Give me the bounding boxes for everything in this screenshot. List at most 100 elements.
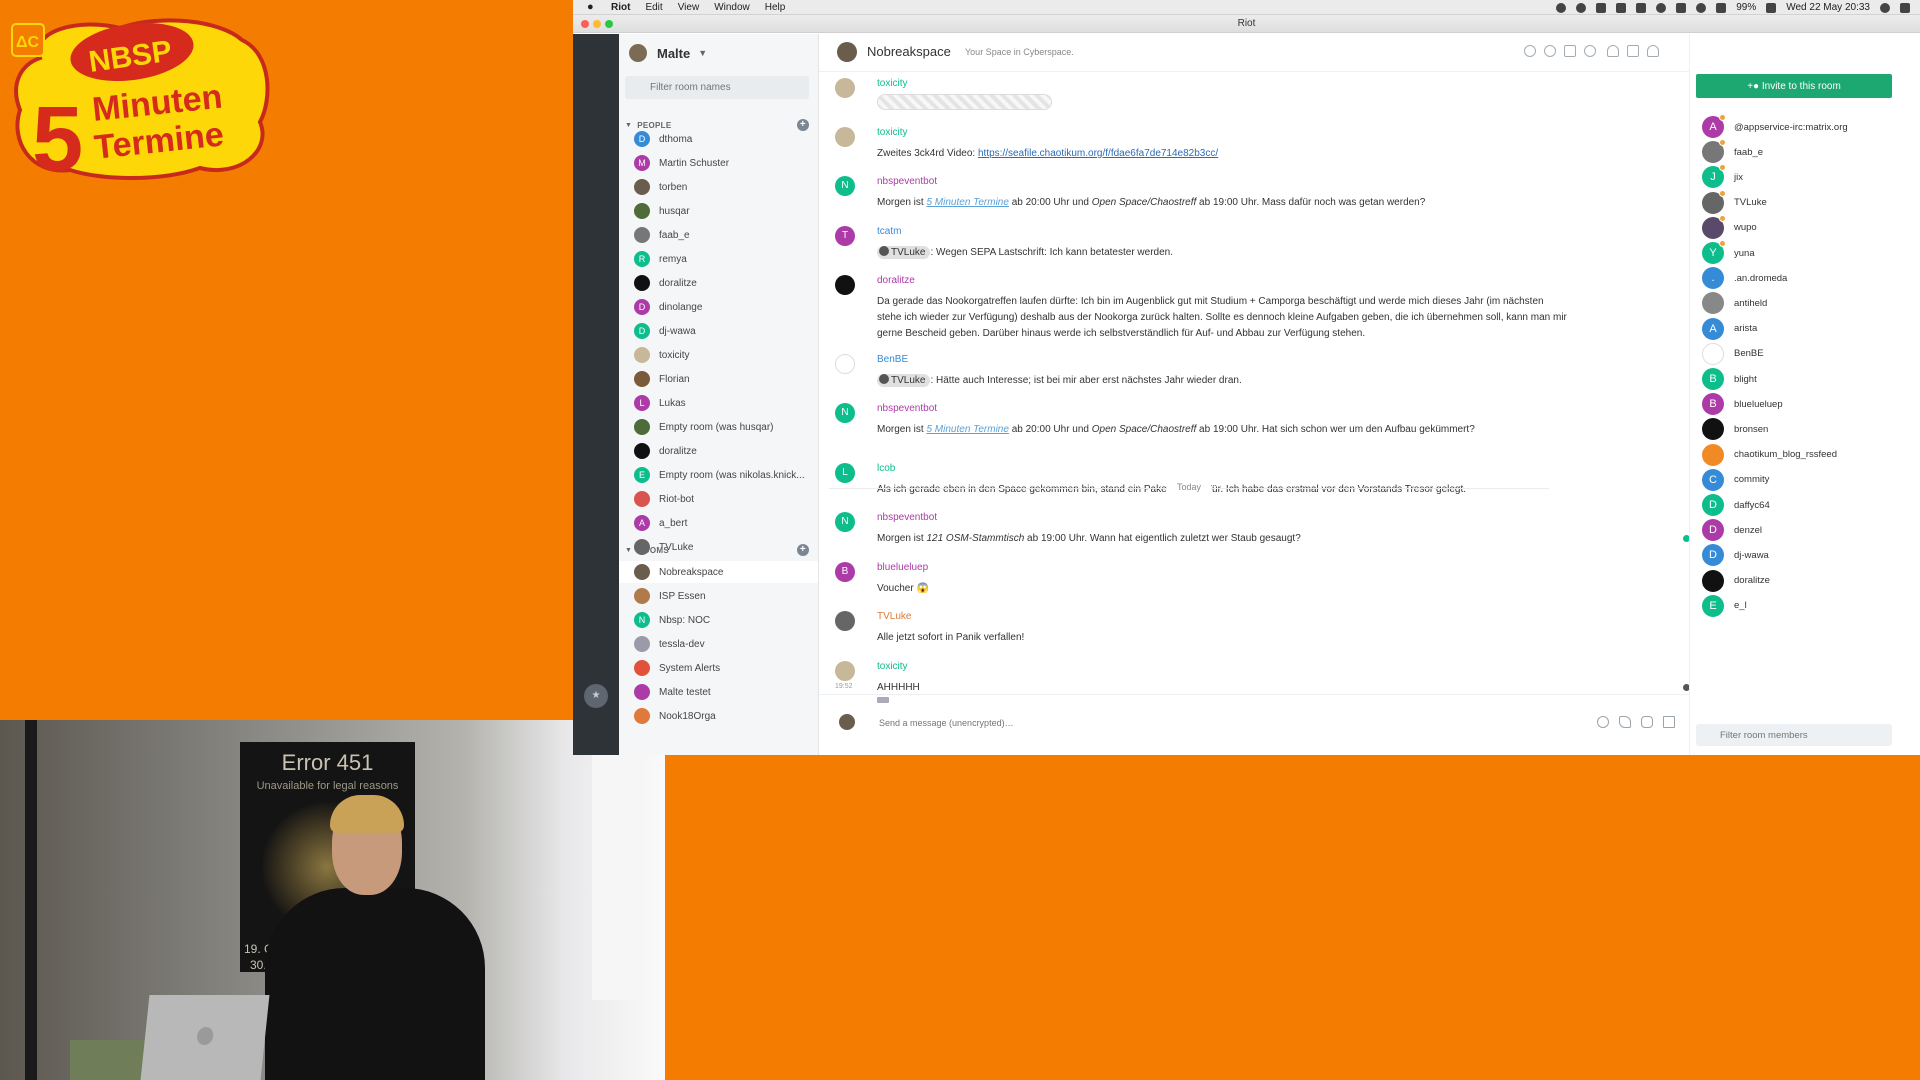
member-item[interactable]: Ccommity [1702, 468, 1769, 492]
menu-view[interactable]: View [678, 2, 700, 13]
volume-icon[interactable] [1716, 2, 1727, 13]
minimize-window-icon[interactable] [593, 20, 601, 28]
room-item[interactable]: Malte testet [619, 681, 818, 703]
invite-button[interactable]: +● Invite to this room [1696, 74, 1892, 98]
monitor-icon[interactable] [1636, 2, 1647, 13]
sender-name[interactable]: lcob [877, 463, 895, 474]
member-item[interactable]: Bbluelueluep [1702, 392, 1783, 416]
sender-avatar[interactable] [835, 127, 855, 147]
people-item[interactable]: E Empty room (was nikolas.knick... [619, 464, 818, 486]
user-menu[interactable]: Malte ▼ [629, 41, 707, 65]
member-item[interactable]: bronsen [1702, 417, 1768, 441]
people-item[interactable]: Riot-bot [619, 488, 818, 510]
event-link[interactable]: 5 Minuten Termine [926, 424, 1008, 435]
room-avatar[interactable] [837, 42, 857, 62]
people-item[interactable]: faab_e [619, 224, 818, 246]
room-item[interactable]: tessla-dev [619, 633, 818, 655]
room-filter-input[interactable] [625, 76, 809, 99]
people-item[interactable]: L Lukas [619, 392, 818, 414]
room-item[interactable]: Nobreakspace [619, 561, 818, 583]
formatting-icon[interactable] [877, 697, 889, 703]
close-window-icon[interactable] [581, 20, 589, 28]
sender-avatar[interactable]: N [835, 512, 855, 532]
menu-help[interactable]: Help [765, 2, 786, 13]
apps-grid-icon[interactable] [1564, 45, 1576, 57]
member-item[interactable]: Ddenzel [1702, 518, 1762, 542]
status-icon-1[interactable] [1556, 2, 1567, 13]
notification-center-icon[interactable] [1900, 2, 1910, 13]
member-filter-input[interactable] [1696, 724, 1892, 746]
sender-name[interactable]: toxicity [877, 127, 908, 138]
sender-name[interactable]: nbspeventbot [877, 512, 937, 523]
room-name[interactable]: Nobreakspace [867, 44, 951, 59]
user-pill[interactable]: TVLuke [877, 374, 931, 387]
people-item[interactable]: Rremya [619, 248, 818, 270]
add-room-icon[interactable]: + [797, 544, 809, 556]
room-item[interactable]: N Nbsp: NOC [619, 609, 818, 631]
rooms-section-header[interactable]: ▼ ROOMS + [625, 542, 809, 558]
member-item[interactable]: Ddaffyc64 [1702, 493, 1770, 517]
emoji-icon[interactable] [1597, 716, 1609, 728]
members-icon[interactable] [1607, 45, 1619, 57]
people-item[interactable]: torben [619, 176, 818, 198]
search-icon[interactable] [1584, 45, 1596, 57]
member-item[interactable]: Yyuna [1702, 240, 1755, 265]
sender-name[interactable]: bluelueluep [877, 562, 928, 573]
sender-avatar[interactable] [835, 354, 855, 374]
people-item[interactable]: Ddinolange [619, 296, 818, 318]
sender-avatar[interactable] [835, 661, 855, 681]
clock[interactable]: Wed 22 May 20:33 [1786, 2, 1870, 13]
room-item[interactable]: System Alerts [619, 657, 818, 679]
message-link[interactable]: https://seafile.chaotikum.org/f/fdae6fa7… [978, 148, 1218, 159]
wifi-icon[interactable] [1696, 2, 1707, 13]
sender-name[interactable]: BenBE [877, 354, 908, 365]
sender-name[interactable]: nbspeventbot [877, 403, 937, 414]
dropbox-icon[interactable] [1616, 2, 1627, 13]
menu-app[interactable]: Riot [611, 2, 630, 13]
member-item[interactable]: doralitze [1702, 569, 1770, 593]
member-item[interactable]: Jjix [1702, 164, 1743, 189]
member-item[interactable]: faab_e [1702, 139, 1763, 164]
member-item[interactable]: . .an.dromeda [1702, 266, 1787, 290]
sender-name[interactable]: TVLuke [877, 611, 911, 622]
menu-edit[interactable]: Edit [645, 2, 662, 13]
image-placeholder[interactable] [877, 94, 1052, 110]
status-icon-2[interactable] [1576, 2, 1587, 13]
people-item[interactable]: doralitze [619, 440, 818, 462]
timemachine-icon[interactable] [1656, 2, 1667, 13]
people-item[interactable]: husqar [619, 200, 818, 222]
share-icon[interactable] [1544, 45, 1556, 57]
sender-avatar[interactable]: N [835, 403, 855, 423]
battery-icon[interactable] [1766, 2, 1777, 13]
sender-avatar[interactable]: N [835, 176, 855, 196]
menu-window[interactable]: Window [714, 2, 750, 13]
member-item[interactable]: Ddj-wawa [1702, 543, 1769, 567]
people-item[interactable]: toxicity [619, 344, 818, 366]
voice-call-icon[interactable] [1641, 716, 1653, 728]
people-item[interactable]: Florian [619, 368, 818, 390]
member-item[interactable]: Bblight [1702, 367, 1757, 391]
room-item[interactable]: Nook18Orga [619, 705, 818, 727]
sender-name[interactable]: toxicity [877, 661, 908, 672]
spotlight-icon[interactable] [1880, 2, 1890, 13]
video-call-icon[interactable] [1663, 716, 1675, 728]
sender-name[interactable]: tcatm [877, 226, 901, 237]
user-pill[interactable]: TVLuke [877, 246, 931, 259]
member-item[interactable]: Ee_l [1702, 594, 1747, 618]
people-item[interactable]: M Martin Schuster [619, 152, 818, 174]
sender-avatar[interactable] [835, 611, 855, 631]
files-icon[interactable] [1627, 45, 1639, 57]
people-item[interactable]: Ddthoma [619, 128, 818, 150]
people-item[interactable]: Aa_bert [619, 512, 818, 534]
member-item[interactable]: antiheld [1702, 291, 1767, 315]
sender-name[interactable]: doralitze [877, 275, 915, 286]
sender-avatar[interactable]: T [835, 226, 855, 246]
member-item[interactable]: Aarista [1702, 317, 1757, 341]
cloud-icon[interactable] [1596, 2, 1607, 13]
people-item[interactable]: Ddj-wawa [619, 320, 818, 342]
bluetooth-icon[interactable] [1676, 2, 1687, 13]
battery-percent[interactable]: 99% [1736, 2, 1756, 13]
sender-avatar[interactable]: B [835, 562, 855, 582]
notifications-bell-icon[interactable] [1647, 45, 1659, 57]
apple-icon[interactable]: ● [587, 1, 599, 13]
